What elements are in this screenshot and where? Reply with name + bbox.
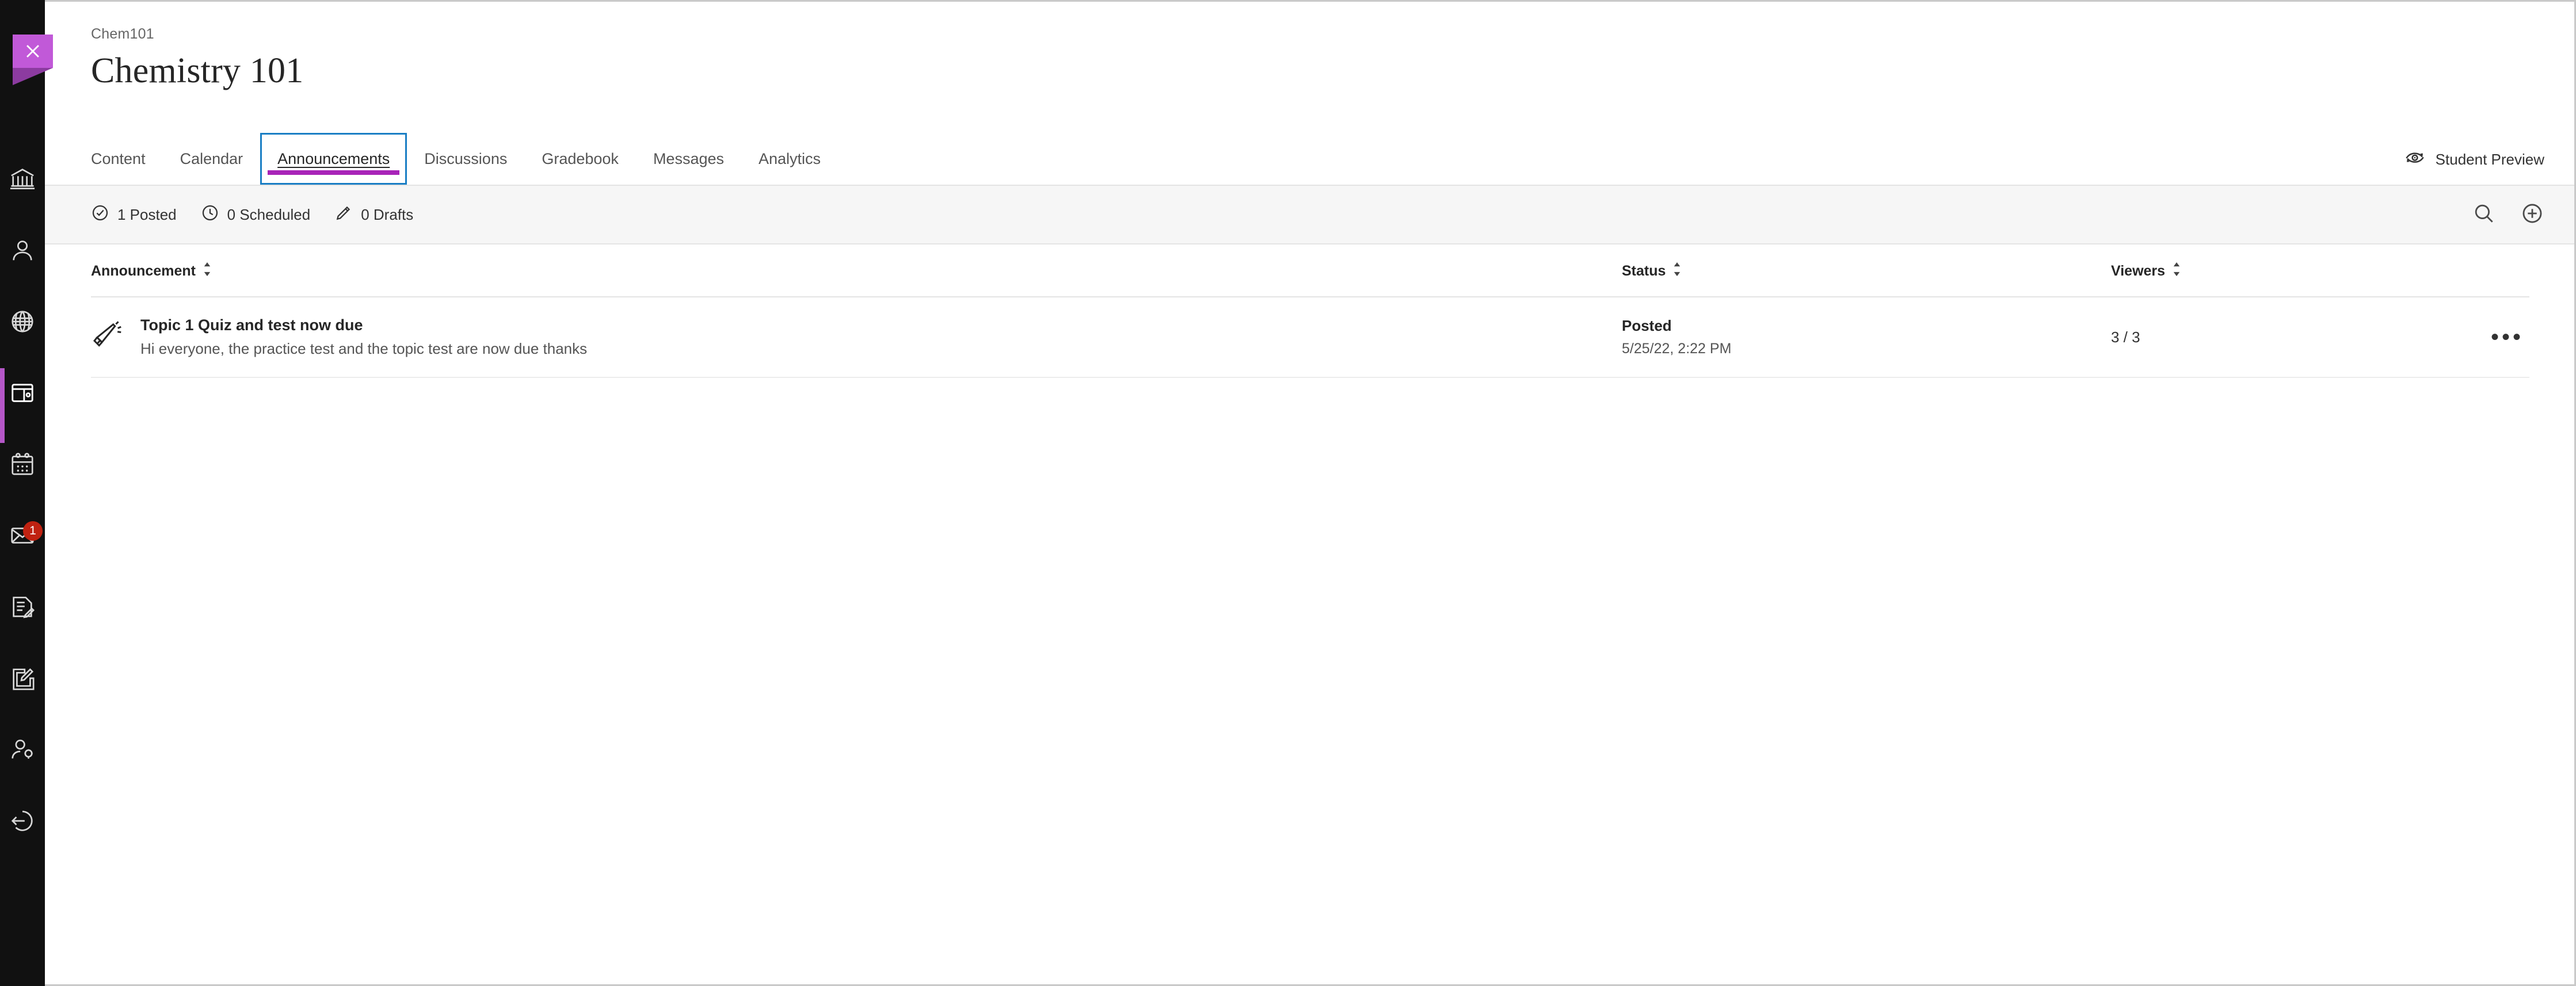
status-scheduled: 0 Scheduled <box>201 204 311 226</box>
tab-label: Calendar <box>180 150 243 167</box>
check-circle-icon <box>91 204 109 226</box>
status-posted-label: 1 Posted <box>117 205 177 223</box>
row-overflow-menu-button[interactable]: ••• <box>2491 326 2529 349</box>
tab-label: Gradebook <box>542 150 619 167</box>
edit-square-icon <box>9 665 36 691</box>
announcement-text: Topic 1 Quiz and test now due Hi everyon… <box>140 316 587 358</box>
nav-item-activity-stream[interactable] <box>0 299 45 344</box>
tab-discussions[interactable]: Discussions <box>407 133 524 185</box>
tab-label: Announcements <box>277 150 390 167</box>
table-header-row: Announcement Status Viewers <box>91 246 2529 297</box>
student-preview-button[interactable]: Student Preview <box>2403 146 2544 173</box>
status-summary: 1 Posted 0 Scheduled 0 Drafts <box>45 204 413 226</box>
announcement-cell: Topic 1 Quiz and test now due Hi everyon… <box>91 316 1622 358</box>
tab-gradebook[interactable]: Gradebook <box>524 133 636 185</box>
status-drafts-label: 0 Drafts <box>361 205 414 223</box>
tab-label: Messages <box>653 150 724 167</box>
student-preview-icon <box>2403 146 2426 173</box>
viewers-cell: 3 / 3 <box>2111 328 2140 346</box>
calendar-icon <box>9 451 36 477</box>
announcement-preview: Hi everyone, the practice test and the t… <box>140 340 588 357</box>
person-gear-icon <box>9 736 36 763</box>
announcements-screen: 1 Chem101 Chemistry 101 Content Calendar… <box>0 0 2576 986</box>
close-x-icon <box>13 35 53 68</box>
nav-item-messages[interactable]: 1 <box>0 513 45 558</box>
nav-item-sign-out[interactable] <box>0 798 45 843</box>
nav-item-tools[interactable] <box>0 656 45 701</box>
tab-calendar[interactable]: Calendar <box>163 133 261 185</box>
column-label: Announcement <box>91 262 196 279</box>
status-bar-actions <box>2472 201 2544 228</box>
tab-label: Analytics <box>759 150 821 167</box>
close-course-button[interactable] <box>13 35 53 85</box>
sort-icon <box>2171 262 2182 281</box>
nav-item-grades[interactable] <box>0 584 45 629</box>
tab-label: Content <box>91 150 146 167</box>
tab-content[interactable]: Content <box>91 133 163 185</box>
row-actions-cell: ••• <box>2433 326 2529 349</box>
status-cell: Posted 5/25/22, 2:22 PM <box>1622 317 2111 357</box>
institution-icon <box>9 166 36 192</box>
tab-label: Discussions <box>424 150 508 167</box>
tab-announcements[interactable]: Announcements <box>260 133 407 185</box>
announcement-status-bar: 1 Posted 0 Scheduled 0 Drafts <box>45 186 2574 244</box>
ribbon-tail <box>13 68 53 85</box>
column-header-status[interactable]: Status <box>1622 262 2111 281</box>
status-drafts: 0 Drafts <box>334 204 413 226</box>
status-posted: 1 Posted <box>91 204 177 226</box>
status-badge: Posted <box>1622 317 1672 334</box>
announcement-title[interactable]: Topic 1 Quiz and test now due <box>140 316 587 334</box>
nav-item-calendar[interactable] <box>0 442 45 487</box>
course-tab-bar: Content Calendar Announcements Discussio… <box>45 133 2574 186</box>
tab-list: Content Calendar Announcements Discussio… <box>45 133 838 185</box>
sort-icon <box>1671 262 1683 281</box>
status-scheduled-label: 0 Scheduled <box>227 205 311 223</box>
page-title: Chemistry 101 <box>91 51 304 90</box>
breadcrumb: Chem101 <box>91 26 154 42</box>
sign-out-icon <box>9 808 36 834</box>
plus-circle-icon <box>2520 201 2544 228</box>
tab-analytics[interactable]: Analytics <box>741 133 838 185</box>
clock-icon <box>201 204 219 226</box>
tab-messages[interactable]: Messages <box>636 133 741 185</box>
megaphone-icon <box>91 320 123 355</box>
column-label: Viewers <box>2111 262 2166 279</box>
search-icon <box>2472 201 2496 228</box>
column-header-viewers[interactable]: Viewers <box>2111 262 2433 281</box>
global-nav-rail: 1 <box>0 0 45 986</box>
nav-item-profile[interactable] <box>0 228 45 273</box>
globe-icon <box>9 308 36 335</box>
column-header-announcement[interactable]: Announcement <box>91 262 1622 281</box>
student-preview-label: Student Preview <box>2435 151 2544 168</box>
add-announcement-button[interactable] <box>2520 201 2544 228</box>
messages-unread-badge: 1 <box>23 521 43 541</box>
nav-item-institution[interactable] <box>0 156 45 201</box>
pencil-icon <box>334 204 353 226</box>
status-timestamp: 5/25/22, 2:22 PM <box>1622 341 1732 357</box>
person-icon <box>9 237 36 263</box>
course-header: Chem101 Chemistry 101 <box>45 2 2574 91</box>
table-row[interactable]: Topic 1 Quiz and test now due Hi everyon… <box>91 297 2529 378</box>
nav-item-courses[interactable] <box>0 370 45 415</box>
course-window: Chem101 Chemistry 101 Content Calendar A… <box>45 0 2576 986</box>
column-label: Status <box>1622 262 1666 279</box>
nav-item-admin[interactable] <box>0 727 45 772</box>
courses-icon <box>9 380 36 406</box>
announcements-table: Announcement Status Viewers Topic 1 Quiz… <box>45 246 2574 378</box>
grades-document-icon <box>9 594 36 620</box>
search-button[interactable] <box>2472 201 2496 228</box>
sort-icon <box>201 262 213 281</box>
